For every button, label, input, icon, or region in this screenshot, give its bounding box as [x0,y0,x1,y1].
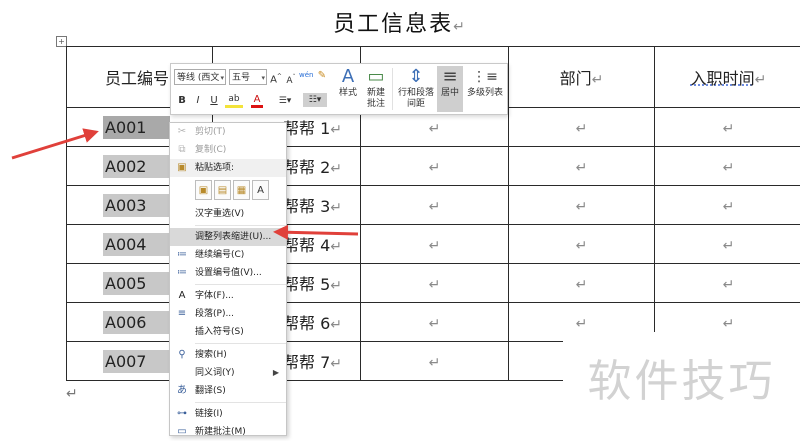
comment-icon: ▭ [364,66,388,88]
cell-empty[interactable]: ↵ [361,186,509,225]
cell-department[interactable]: ↵ [509,147,655,186]
menu-item-font[interactable]: A字体(F)... [170,287,286,305]
translate-icon: あ [175,382,189,400]
cell-department[interactable]: ↵ [509,108,655,147]
center-button[interactable]: ≡居中 [437,66,463,112]
shrink-font-button[interactable]: Aˇ [285,71,297,88]
font-color-button[interactable]: A [251,94,263,108]
menu-divider [195,343,286,344]
cell-hire-date[interactable]: ↵ [655,108,800,147]
menu-item-search[interactable]: ⚲搜索(H) [170,346,286,364]
font-icon: A [175,287,189,305]
menu-item-continue-numbering[interactable]: ≔继续编号(C) [170,246,286,264]
bold-button[interactable]: B [176,94,188,108]
paste-picture-icon[interactable]: ▦ [233,180,250,200]
menu-item-translate[interactable]: あ翻译(S) [170,382,286,400]
styles-button[interactable]: A样式 [333,66,363,99]
menu-divider [195,402,286,403]
cell-hire-date[interactable]: ↵ [655,264,800,303]
menu-divider [195,284,286,285]
cell-empty[interactable]: ↵ [361,147,509,186]
menu-item-paste-options: ▣粘贴选项: [170,159,286,177]
align-center-icon: ≡ [437,66,463,88]
cell-empty[interactable]: ↵ [361,342,509,381]
clipboard-icon: ▣ [175,159,189,177]
menu-item-adjust-list-indent[interactable]: 调整列表缩进(U)... [170,228,286,246]
underline-button[interactable]: U [208,94,220,108]
new-comment-button[interactable]: ▭新建批注 [364,66,388,110]
menu-item-cut[interactable]: ✂剪切(T) [170,123,286,141]
menu-divider [195,225,286,226]
cell-hire-date[interactable]: ↵ [655,225,800,264]
line-spacing-icon: ⇕ [395,66,437,88]
phonetic-guide-button[interactable]: wén [299,68,313,82]
menu-item-new-comment[interactable]: ▭新建批注(M) [170,423,286,441]
menu-item-copy[interactable]: ⧉复制(C) [170,141,286,159]
copy-icon: ⧉ [175,141,189,159]
cell-department[interactable]: ↵ [509,186,655,225]
menu-item-synonyms[interactable]: 同义词(Y)▶ [170,364,286,382]
mini-toolbar: 等线 (西文▾ 五号▾ A^ Aˇ wén ✎ B I U ab A ☰▾ ☷▾… [170,63,508,115]
link-icon: ⊶ [175,405,189,423]
new-comment-icon: ▭ [175,423,189,441]
menu-item-paragraph[interactable]: ≡段落(P)... [170,305,286,323]
line-spacing-button[interactable]: ⇕行和段落间距 [395,66,437,110]
header-department[interactable]: 部门↵ [509,47,655,108]
cell-hire-date[interactable]: ↵ [655,186,800,225]
scissors-icon: ✂ [175,123,189,141]
menu-item-reconversion[interactable]: 汉字重选(V) [170,205,286,223]
font-size-combo[interactable]: 五号▾ [229,69,267,85]
menu-item-link[interactable]: ⊶链接(I) [170,405,286,423]
paste-nest-table-icon[interactable]: ▤ [214,180,231,200]
menu-item-insert-symbol[interactable]: 插入符号(S) [170,323,286,341]
font-name-combo[interactable]: 等线 (西文▾ [174,69,226,85]
submenu-arrow-icon: ▶ [273,364,279,382]
toolbar-separator [392,68,393,110]
grow-font-button[interactable]: A^ [270,70,282,87]
paste-keep-source-icon[interactable]: ▣ [195,180,212,200]
paste-text-only-icon[interactable]: A [252,180,269,200]
end-paragraph-mark: ↵ [66,386,78,402]
cell-department[interactable]: ↵ [509,264,655,303]
italic-button[interactable]: I [192,94,204,108]
multilevel-list-icon: ⋮≡ [465,66,505,88]
numbering-icon[interactable]: ☷▾ [303,93,327,107]
menu-item-set-numbering-value[interactable]: ≔设置编号值(V)... [170,264,286,282]
cell-hire-date[interactable]: ↵ [655,147,800,186]
styles-icon: A [333,66,363,88]
bullets-icon[interactable]: ☰▾ [277,94,293,108]
multilevel-list-button[interactable]: ⋮≡多级列表 [465,66,505,99]
numbering-continue-icon: ≔ [175,246,189,264]
context-menu: ✂剪切(T) ⧉复制(C) ▣粘贴选项: ▣▤▦A 汉字重选(V) 调整列表缩进… [169,122,287,436]
paste-options-row: ▣▤▦A [170,177,286,205]
cell-empty[interactable]: ↵ [361,264,509,303]
search-icon: ⚲ [175,346,189,364]
cell-empty[interactable]: ↵ [361,303,509,342]
highlight-button[interactable]: ab [225,94,243,108]
paragraph-icon: ≡ [175,305,189,323]
watermark: 软件技巧 [563,332,800,422]
cell-department[interactable]: ↵ [509,225,655,264]
header-hire-date[interactable]: 入职时间↵ [655,47,800,108]
numbering-value-icon: ≔ [175,264,189,282]
cell-empty[interactable]: ↵ [361,225,509,264]
format-painter-icon[interactable]: ✎ [315,69,329,83]
document-title: 员工信息表↵ [0,6,800,38]
